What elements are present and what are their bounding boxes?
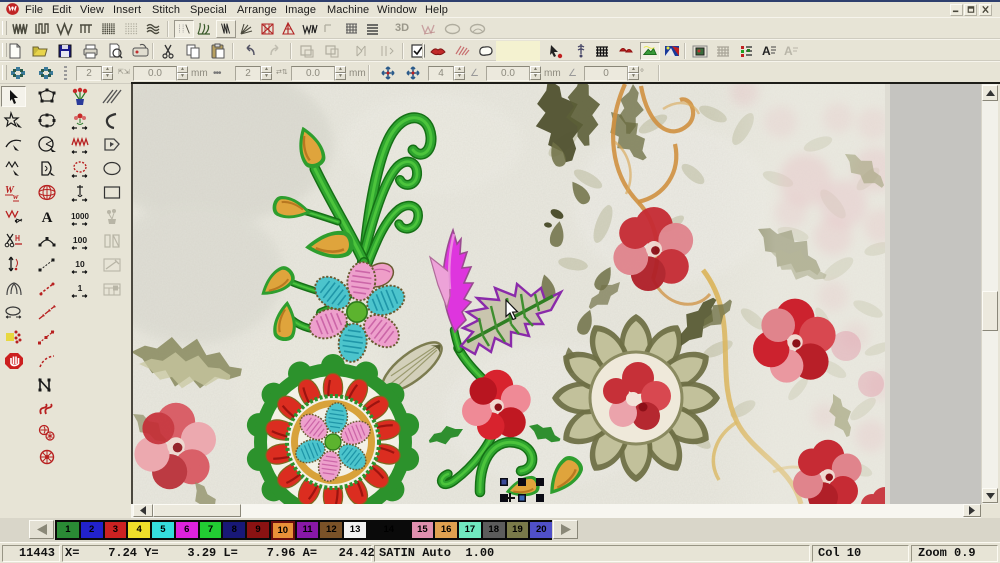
svg-text:w: w bbox=[13, 192, 19, 201]
svg-text:A: A bbox=[42, 210, 53, 226]
svg-text:1000: 1000 bbox=[71, 212, 89, 221]
svg-text:1: 1 bbox=[78, 283, 83, 293]
svg-text:10: 10 bbox=[75, 259, 85, 269]
svg-text:100: 100 bbox=[73, 235, 87, 245]
svg-text:A: A bbox=[784, 44, 793, 58]
svg-text:A: A bbox=[762, 44, 771, 58]
